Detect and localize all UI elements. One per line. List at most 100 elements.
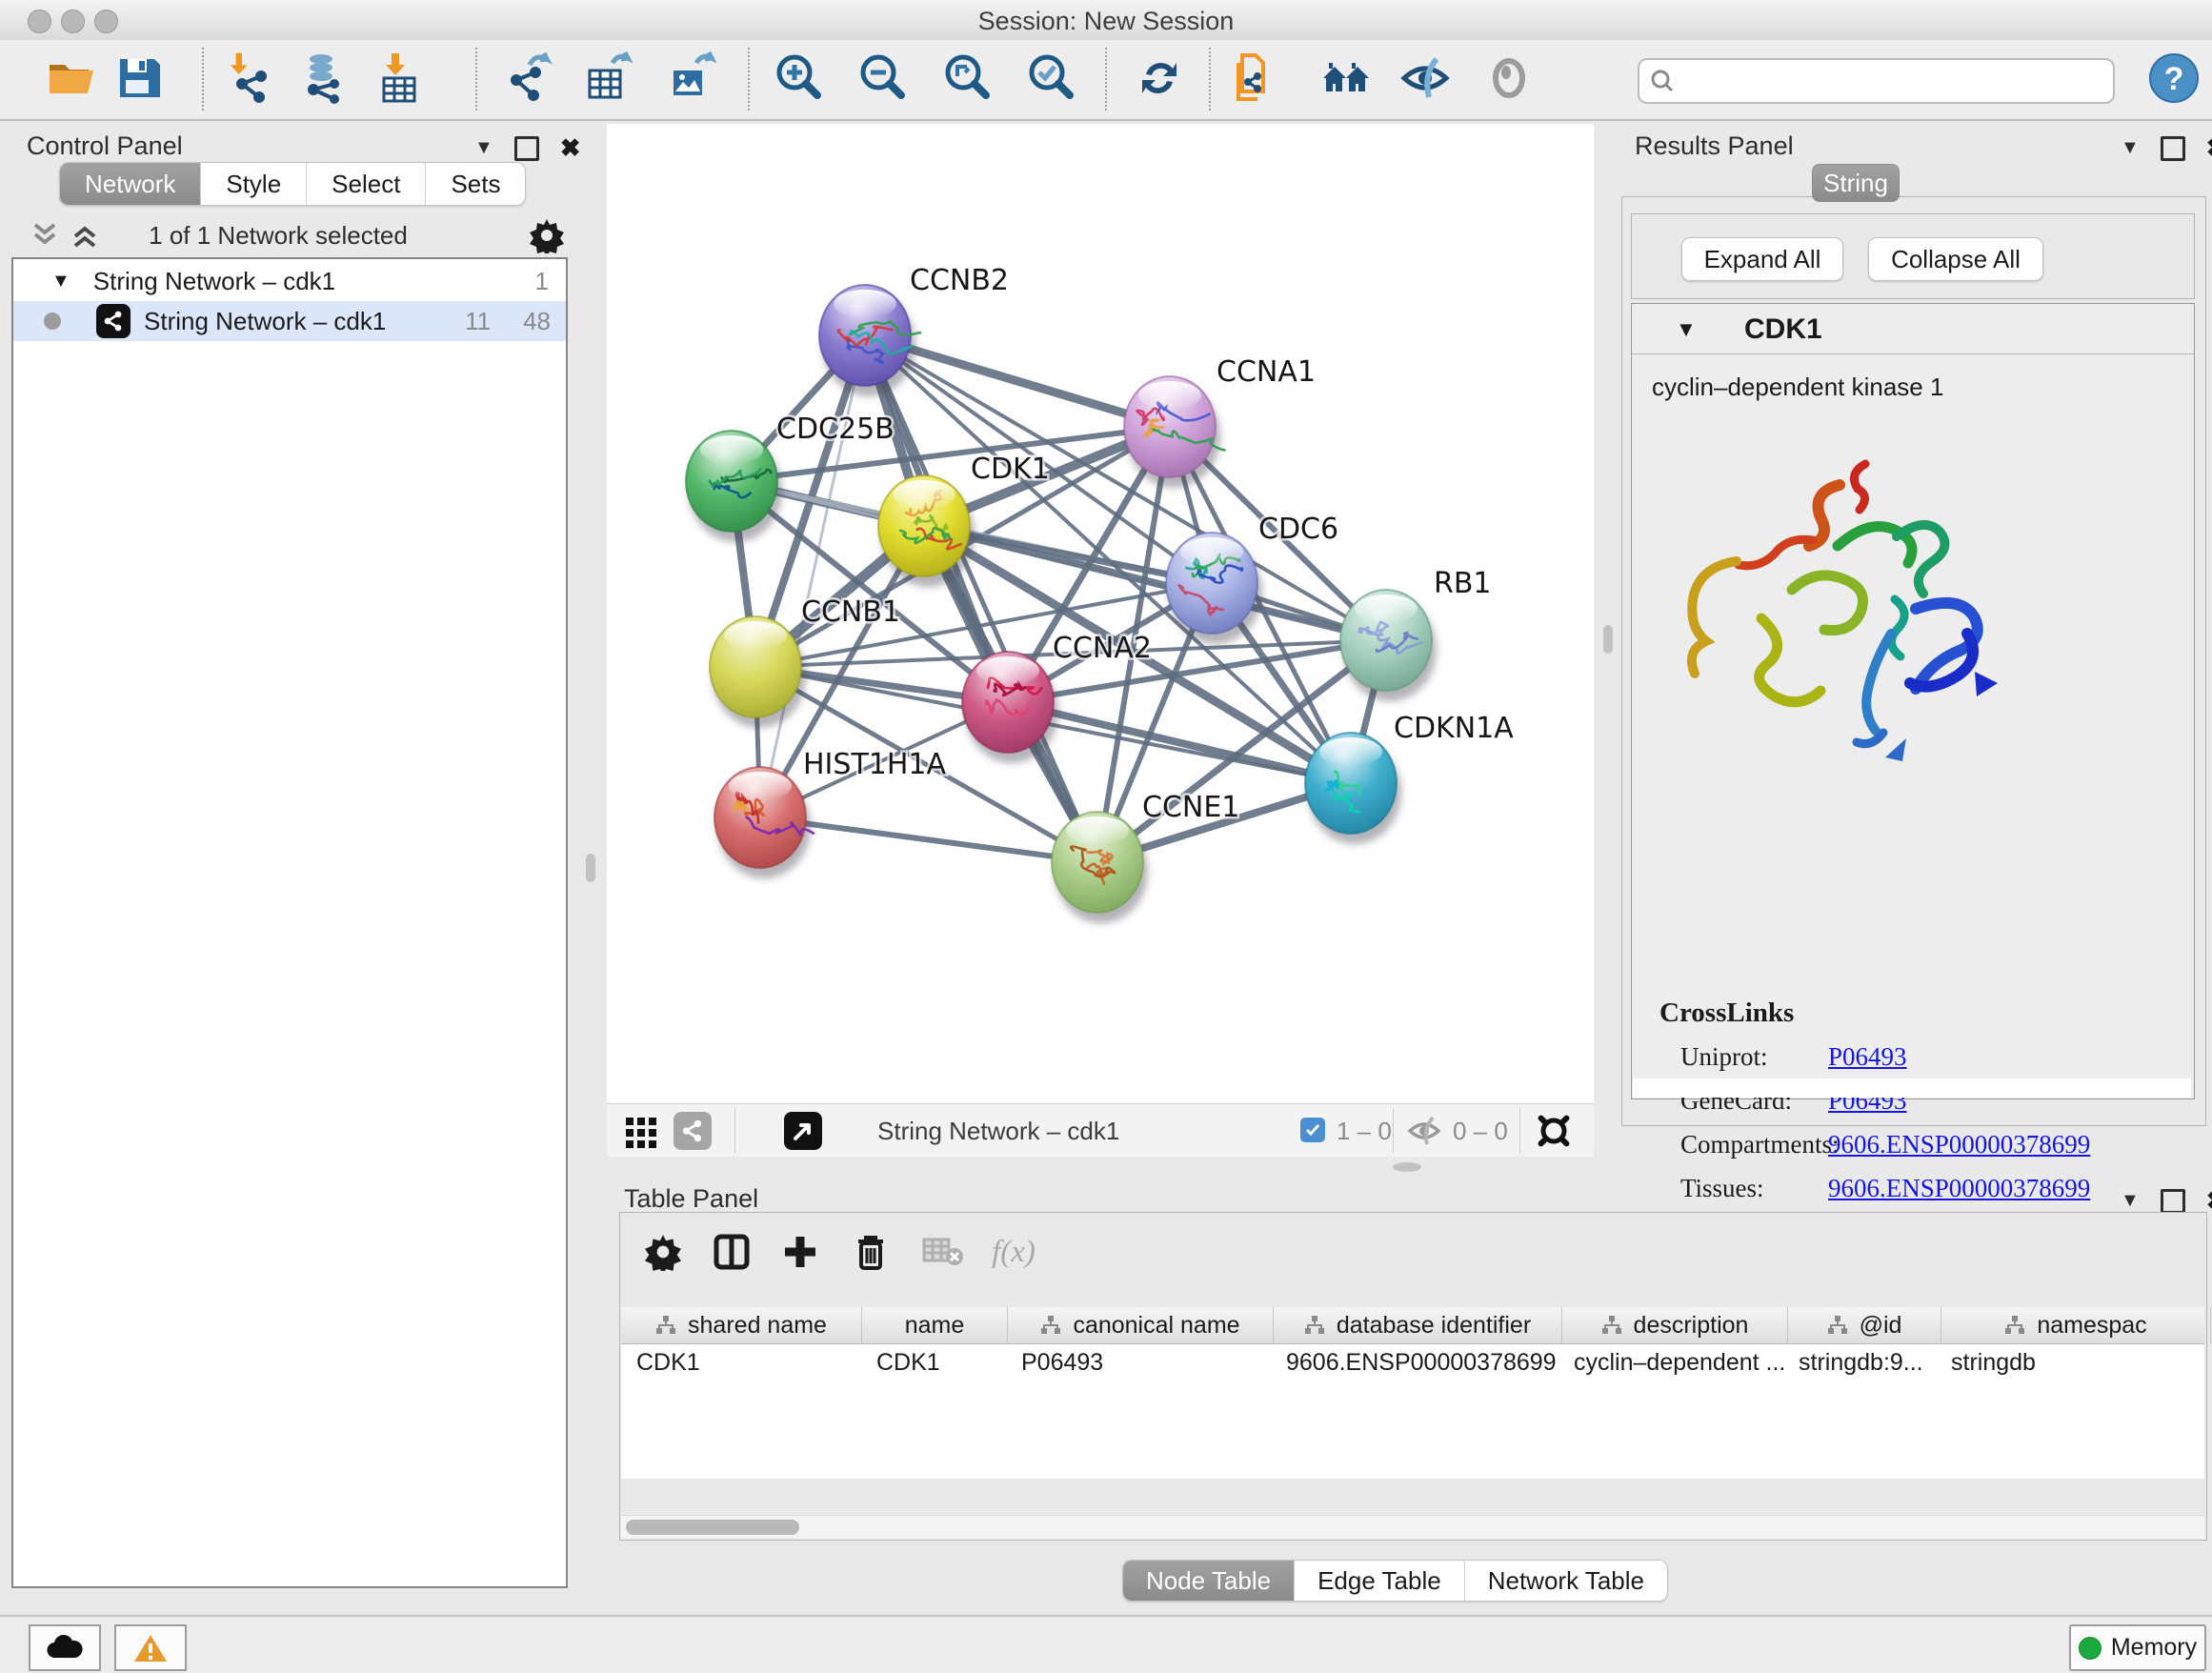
network-view-toolbar: String Network – cdk1 1 – 0 0 – 0 — [607, 1103, 1594, 1157]
network-tree-item[interactable]: String Network – cdk1 11 48 — [13, 301, 566, 341]
birdseye-view-icon[interactable] — [784, 1112, 822, 1150]
network-node-cdc25b[interactable]: CDC25B — [686, 413, 895, 542]
column-header-name[interactable]: name — [862, 1307, 1008, 1343]
show-columns-button[interactable] — [706, 1226, 757, 1278]
column-header-shared-name[interactable]: shared name — [621, 1307, 862, 1343]
network-tree-root-row[interactable]: ▼ String Network – cdk1 1 — [13, 261, 566, 301]
bottom-splitter-handle[interactable] — [1393, 1162, 1421, 1172]
network-edge[interactable] — [760, 817, 1097, 862]
table-cell[interactable]: stringdb — [1936, 1343, 2204, 1383]
results-panel-close-icon[interactable]: ✖ — [2206, 133, 2212, 163]
table-row[interactable]: CDK1CDK1P064939606.ENSP00000378699cyclin… — [621, 1343, 2204, 1383]
table-cell[interactable]: stringdb:9... — [1783, 1343, 1936, 1383]
search-field[interactable] — [1638, 58, 2115, 104]
warnings-button[interactable] — [114, 1624, 187, 1671]
control-panel-float-icon[interactable] — [514, 136, 539, 161]
table-horizontal-scrollbar[interactable] — [621, 1515, 2204, 1539]
table-cell[interactable]: P06493 — [1006, 1343, 1271, 1383]
zoom-fit-button[interactable] — [939, 52, 995, 108]
results-panel-title: Results Panel — [1635, 131, 1794, 161]
collapse-all-button[interactable]: Collapse All — [1868, 237, 2043, 281]
search-input[interactable] — [1683, 62, 2106, 98]
network-node-ccna1[interactable]: CCNA1 — [1124, 355, 1316, 488]
help-button[interactable]: ? — [2146, 52, 2202, 108]
table-tab-node-table[interactable]: Node Table — [1123, 1561, 1295, 1601]
table-cell[interactable]: 9606.ENSP00000378699 — [1271, 1343, 1558, 1383]
delete-table-button[interactable] — [917, 1226, 969, 1278]
protein-description: cyclin–dependent kinase 1 — [1652, 373, 1943, 402]
node-label-hist1h1a: HIST1H1A — [803, 748, 947, 781]
network-canvas[interactable]: CCNB2CCNA1CDC25BCDK1CDC6RB1CCNB1CCNA2CDK… — [607, 124, 1594, 1103]
crosslink-link[interactable]: P06493 — [1828, 1042, 1907, 1072]
control-tab-style[interactable]: Style — [201, 163, 307, 205]
crosslink-label: Uniprot: — [1659, 1042, 1828, 1072]
export-table-button[interactable] — [579, 52, 634, 108]
right-splitter-handle[interactable] — [1603, 625, 1613, 654]
table-cell[interactable]: cyclin–dependent ... — [1558, 1343, 1783, 1383]
clone-network-button[interactable] — [1228, 52, 1283, 108]
column-header-description[interactable]: description — [1562, 1307, 1788, 1343]
crosslink-row: Compartments:9606.ENSP00000378699 — [1659, 1130, 2174, 1174]
hide-selected-button[interactable] — [1398, 52, 1453, 108]
selected-checkbox-icon[interactable] — [1300, 1118, 1325, 1142]
network-node-cdkn1a[interactable]: CDKN1A — [1305, 712, 1514, 844]
control-panel-menu-icon[interactable]: ▼ — [474, 137, 493, 159]
open-session-button[interactable] — [44, 52, 99, 108]
network-node-ccne1[interactable]: CCNE1 — [1052, 791, 1239, 923]
tree-expand-icon[interactable]: ▼ — [51, 271, 70, 292]
gear-icon[interactable] — [529, 217, 565, 253]
apply-layout-button[interactable] — [1132, 52, 1187, 108]
automation-status-button[interactable] — [29, 1624, 101, 1671]
zoom-in-button[interactable] — [771, 52, 826, 108]
function-builder-button[interactable]: f(x) — [988, 1226, 1039, 1278]
table-panel-menu-icon[interactable]: ▼ — [2121, 1190, 2140, 1212]
protein-result-section: ▼ CDK1 cyclin–dependent kinase 1 CrossLi… — [1631, 303, 2195, 1099]
selected-node-edge-counts: 1 – 0 — [1337, 1117, 1392, 1146]
export-network-button[interactable] — [500, 52, 555, 108]
import-network-database-button[interactable] — [297, 52, 352, 108]
network-node-rb1[interactable]: RB1 — [1340, 567, 1492, 701]
zoom-selected-button[interactable] — [1023, 52, 1078, 108]
network-share-icon[interactable] — [674, 1112, 712, 1150]
column-header-@id[interactable]: @id — [1788, 1307, 1941, 1343]
table-tab-network-table[interactable]: Network Table — [1465, 1561, 1667, 1601]
control-tab-network[interactable]: Network — [60, 163, 201, 205]
column-header-namespac[interactable]: namespac — [1941, 1307, 2211, 1343]
save-session-button[interactable] — [111, 52, 167, 108]
control-tab-sets[interactable]: Sets — [426, 163, 525, 205]
collapse-section-icon[interactable]: ▼ — [1676, 317, 1697, 342]
column-header-canonical-name[interactable]: canonical name — [1008, 1307, 1274, 1343]
crosslink-link[interactable]: 9606.ENSP00000378699 — [1828, 1130, 2090, 1159]
show-hidden-button[interactable] — [1481, 52, 1537, 108]
scrollbar-thumb[interactable] — [626, 1520, 799, 1535]
add-column-button[interactable] — [774, 1226, 826, 1278]
tab-string[interactable]: String — [1812, 164, 1900, 202]
column-header-database-identifier[interactable]: database identifier — [1274, 1307, 1562, 1343]
network-collection-label: String Network – cdk1 — [93, 267, 335, 296]
table-cell[interactable]: CDK1 — [621, 1343, 861, 1383]
crosshair-icon[interactable] — [1533, 1110, 1575, 1152]
zoom-out-button[interactable] — [855, 52, 910, 108]
network-node-ccnb2[interactable]: CCNB2 — [819, 264, 1009, 396]
import-table-button[interactable] — [372, 52, 427, 108]
network-graph[interactable]: CCNB2CCNA1CDC25BCDK1CDC6RB1CCNB1CCNA2CDK… — [607, 124, 1594, 1103]
results-panel-float-icon[interactable] — [2161, 136, 2185, 161]
expand-all-button[interactable]: Expand All — [1681, 237, 1843, 281]
control-panel-close-icon[interactable]: ✖ — [560, 133, 581, 163]
memory-button[interactable]: Memory — [2069, 1624, 2206, 1671]
results-panel-menu-icon[interactable]: ▼ — [2121, 137, 2140, 159]
crosslink-link[interactable]: 9606.ENSP00000378699 — [1828, 1174, 2090, 1203]
show-all-nodes-button[interactable] — [1318, 52, 1374, 108]
export-image-button[interactable] — [663, 52, 718, 108]
network-node-hist1h1a[interactable]: HIST1H1A — [714, 748, 947, 878]
table-cell[interactable]: CDK1 — [861, 1343, 1006, 1383]
grid-view-icon[interactable] — [624, 1116, 658, 1150]
table-settings-button[interactable] — [637, 1226, 689, 1278]
table-panel-float-icon[interactable] — [2161, 1189, 2185, 1214]
table-tab-edge-table[interactable]: Edge Table — [1295, 1561, 1465, 1601]
left-splitter-handle[interactable] — [586, 854, 595, 882]
import-network-file-button[interactable] — [224, 52, 279, 108]
control-tab-select[interactable]: Select — [307, 163, 426, 205]
protein-section-header[interactable]: ▼ CDK1 — [1632, 304, 2194, 354]
delete-column-button[interactable] — [845, 1226, 896, 1278]
